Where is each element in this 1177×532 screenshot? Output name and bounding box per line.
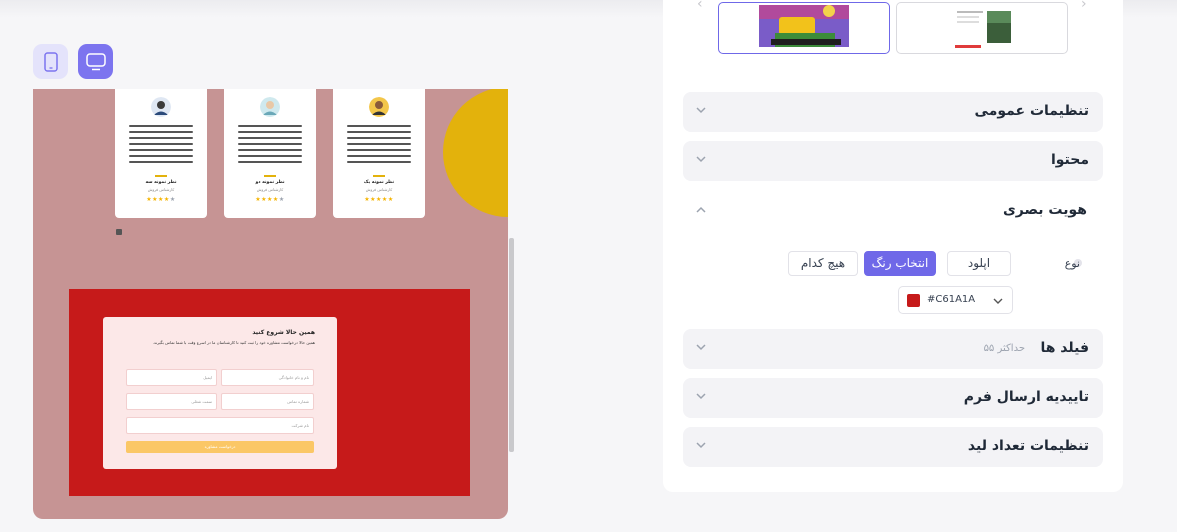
testimonial-card: نظر نمونه دو کارشناس فروش ★★★★★ [224, 89, 316, 218]
accordion-title: تنظیمات عمومی [974, 103, 1089, 119]
avatar [260, 97, 280, 117]
accordion-general-settings[interactable]: تنظیمات عمومی [683, 92, 1103, 132]
star-rating: ★★★★★ [146, 196, 176, 203]
desktop-icon [85, 52, 106, 70]
upload-option-button[interactable]: اپلود [947, 251, 1011, 276]
chevron-right-icon[interactable]: › [1081, 0, 1087, 12]
form-subtitle: همین حالا درخواست مشاوره خود را ثبت کنید… [152, 340, 315, 345]
submit-button[interactable]: درخواست مشاوره [126, 441, 314, 453]
chevron-down-icon [696, 107, 706, 114]
mobile-icon [43, 51, 58, 72]
accordion-title: محتوا [1050, 152, 1089, 168]
testimonial-role: کارشناس فروش [365, 187, 393, 192]
name-field[interactable]: نام و نام خانوادگی [221, 369, 314, 386]
mobile-view-button[interactable] [33, 44, 68, 79]
fields-limit-note: حداکثر ۵۵ [983, 343, 1025, 354]
testimonial-role: کارشناس فروش [256, 187, 284, 192]
decorative-circle [443, 89, 508, 217]
job-title-field[interactable]: سمت شغلی [126, 393, 217, 410]
testimonial-card: نظر نمونه سه کارشناس فروش ★★★★★ [115, 89, 207, 218]
email-field[interactable]: ایمیل [126, 369, 217, 386]
none-option-button[interactable]: هیچ کدام [788, 251, 858, 276]
avatar [151, 97, 171, 117]
color-picker[interactable]: #C61A1A [898, 286, 1013, 314]
chevron-down-icon [696, 393, 706, 400]
chevron-left-icon[interactable]: ‹ [697, 0, 703, 12]
testimonial-card: نظر نمونه یک کارشناس فروش ★★★★★ [333, 89, 425, 218]
color-swatch [907, 294, 920, 307]
accordion-fields[interactable]: فیلد ها حداکثر ۵۵ [683, 329, 1103, 369]
accordion-lead-settings[interactable]: تنظیمات تعداد لید [683, 427, 1103, 467]
star-rating: ★★★★★ [364, 196, 394, 203]
phone-field[interactable]: شماره تماس [221, 393, 314, 410]
template-thumbnail-selected[interactable] [718, 2, 890, 54]
testimonial-name: نظر نمونه سه [145, 180, 177, 185]
settings-panel: ‹ › تنظیمات عمومی محتوا هویت بصری نوع اپ… [663, 0, 1123, 492]
chevron-up-icon[interactable] [695, 204, 707, 216]
color-hex-value: #C61A1A [927, 294, 976, 305]
page-preview: نظر نمونه سه کارشناس فروش ★★★★★ نظر نمون… [33, 89, 508, 519]
chevron-down-icon [993, 298, 1003, 304]
avatar [369, 97, 389, 117]
form-title: همین حالا شروع کنید [252, 329, 315, 336]
testimonial-role: کارشناس فروش [147, 187, 175, 192]
company-field[interactable]: نام شرکت [126, 417, 314, 434]
chevron-down-icon [696, 156, 706, 163]
accordion-content[interactable]: محتوا [683, 141, 1103, 181]
desktop-view-button[interactable] [78, 44, 113, 79]
testimonial-name: نظر نمونه یک [363, 180, 395, 185]
pick-color-option-button[interactable]: انتخاب رنگ [864, 251, 936, 276]
type-label: نوع [1064, 257, 1080, 270]
preview-scrollbar[interactable] [509, 238, 514, 452]
cta-section: همین حالا شروع کنید همین حالا درخواست مش… [69, 289, 470, 496]
accordion-form-confirmation[interactable]: تاییدیه ارسال فرم [683, 378, 1103, 418]
slider-dot[interactable] [116, 229, 122, 235]
template-thumbnail[interactable] [896, 2, 1068, 54]
accordion-title: فیلد ها [1040, 340, 1089, 356]
lead-form: همین حالا شروع کنید همین حالا درخواست مش… [103, 317, 337, 469]
testimonial-name: نظر نمونه دو [255, 180, 285, 185]
accordion-visual-identity[interactable]: هویت بصری [1003, 202, 1087, 218]
accordion-title: تاییدیه ارسال فرم [963, 389, 1089, 405]
accordion-title: تنظیمات تعداد لید [967, 438, 1089, 454]
chevron-down-icon [696, 344, 706, 351]
star-rating: ★★★★★ [255, 196, 285, 203]
chevron-down-icon [696, 442, 706, 449]
